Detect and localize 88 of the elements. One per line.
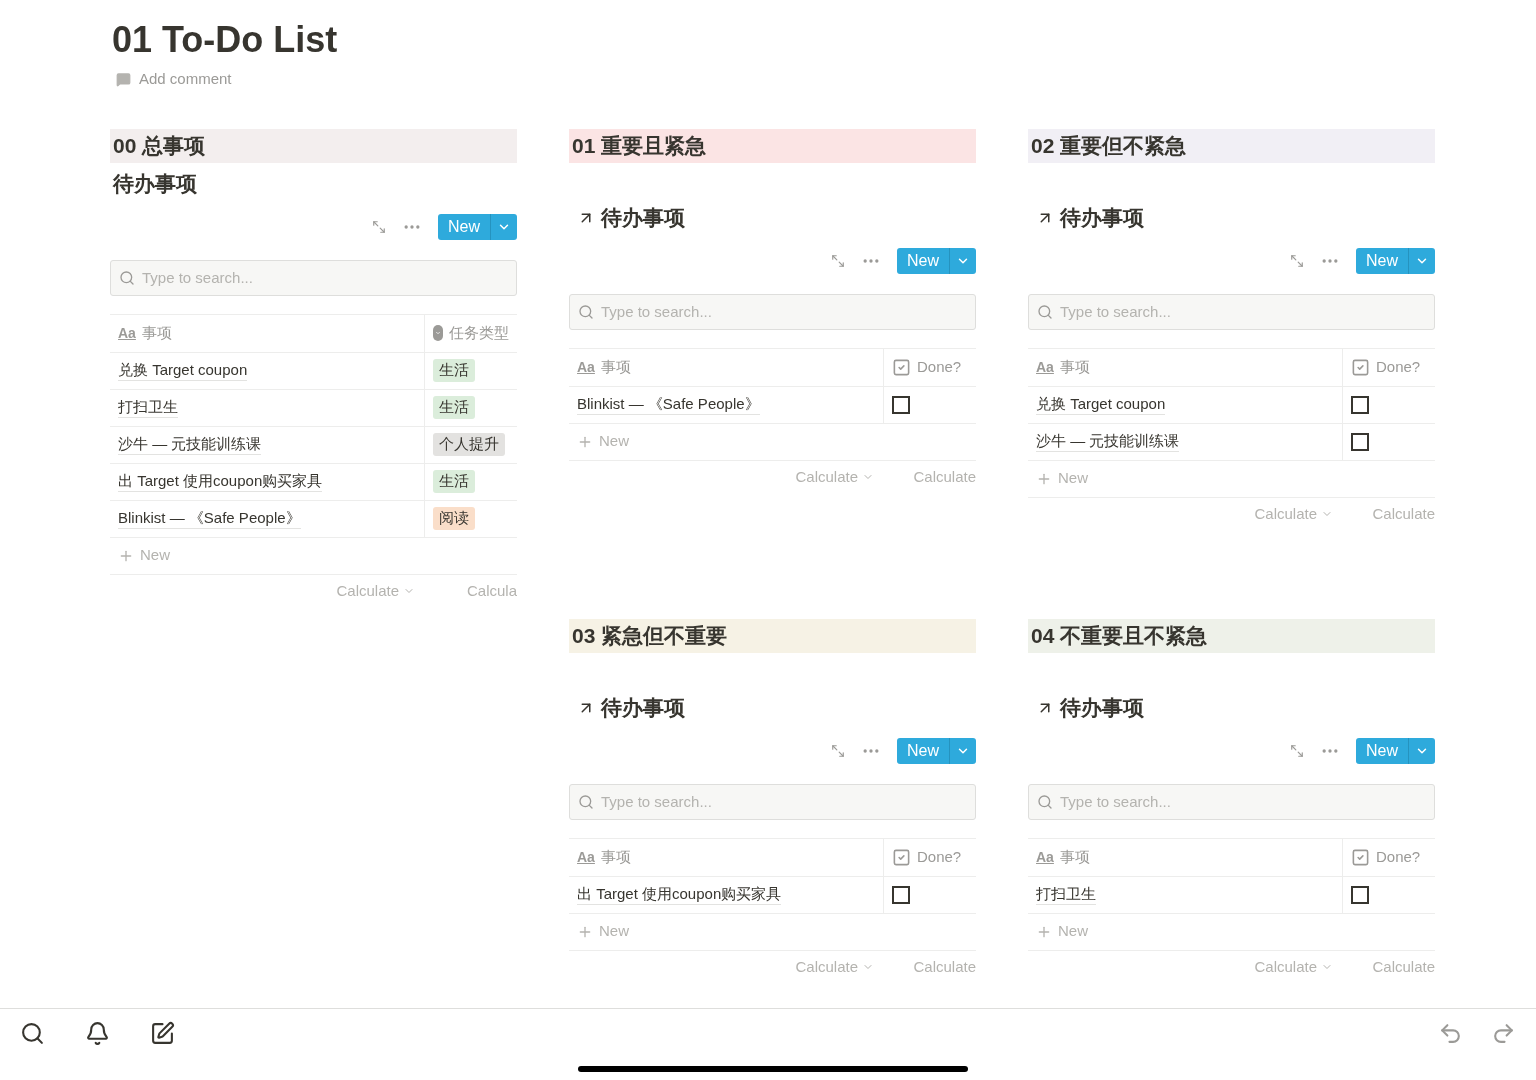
expand-icon[interactable] (1290, 254, 1304, 268)
page-title: 01 To-Do List (111, 18, 339, 62)
row-title[interactable]: 兑换 Target coupon (1036, 394, 1166, 415)
checkbox[interactable] (892, 395, 910, 414)
expand-icon[interactable] (1290, 744, 1304, 758)
checkbox[interactable] (1351, 395, 1369, 414)
add-comment-link[interactable]: Add comment (139, 68, 232, 91)
expand-icon[interactable] (372, 220, 386, 234)
select-property-icon (433, 325, 443, 341)
row-title[interactable]: 打扫卫生 (118, 397, 178, 418)
checkbox-property-icon (892, 357, 911, 377)
database-title[interactable]: 待办事项 (1060, 201, 1144, 234)
calculate-button[interactable]: Calculate (336, 579, 415, 603)
column-header: 事项 (1059, 356, 1090, 377)
search-field[interactable]: Type to search... (1028, 293, 1435, 330)
calculate-button[interactable]: Calculate (1254, 955, 1333, 979)
checkbox-property-icon (1351, 847, 1370, 867)
undo-icon[interactable] (1438, 1021, 1463, 1046)
row-title[interactable]: 兑换 Target coupon (118, 360, 248, 381)
tag: 阅读 (433, 507, 475, 530)
text-type-icon: Aa (1036, 356, 1054, 378)
calculate-button[interactable]: Calcula (466, 579, 517, 603)
row-title[interactable]: 出 Target 使用coupon购买家具 (577, 884, 782, 905)
row-title[interactable]: Blinkist — 《Safe People》 (118, 508, 301, 529)
checkbox[interactable] (1351, 432, 1369, 451)
search-field[interactable]: Type to search... (110, 259, 517, 296)
calculate-button[interactable]: Calculate (913, 465, 976, 489)
column-header: 事项 (141, 322, 172, 343)
row-title[interactable]: 沙牛 — 元技能训练课 (118, 434, 262, 455)
search-icon (1037, 303, 1053, 320)
search-field[interactable]: Type to search... (569, 293, 976, 330)
row-title[interactable]: 沙牛 — 元技能训练课 (1036, 431, 1180, 452)
column-header: Done? (917, 846, 962, 867)
calculate-button[interactable]: Calculate (795, 465, 874, 489)
search-field[interactable]: Type to search... (1028, 783, 1435, 820)
tag: 个人提升 (433, 433, 505, 456)
checkbox[interactable] (1351, 885, 1369, 904)
tag: 生活 (433, 396, 475, 419)
search-field[interactable]: Type to search... (569, 783, 976, 820)
row-title[interactable]: Blinkist — 《Safe People》 (577, 394, 760, 415)
checkbox[interactable] (892, 885, 910, 904)
section-heading: 00 总事项 (113, 132, 206, 159)
calculate-button[interactable]: Calculate (1372, 502, 1435, 526)
column-header: Done? (1376, 846, 1421, 867)
column-header: 事项 (600, 356, 631, 377)
add-row-button[interactable]: New (1028, 913, 1435, 951)
column-header: Done? (917, 356, 962, 377)
calculate-button[interactable]: Calculate (795, 955, 874, 979)
add-row-button[interactable]: New (569, 423, 976, 461)
add-row-button[interactable]: New (569, 913, 976, 951)
checkbox-property-icon (1351, 357, 1370, 377)
section-heading: 01 重要且紧急 (572, 132, 707, 159)
expand-icon[interactable] (831, 254, 845, 268)
tag: 生活 (433, 359, 475, 382)
section-heading: 03 紧急但不重要 (572, 622, 728, 649)
text-type-icon: Aa (118, 322, 136, 344)
redo-icon[interactable] (1491, 1021, 1516, 1046)
text-type-icon: Aa (1036, 846, 1054, 868)
column-header: Done? (1376, 356, 1421, 377)
search-icon (578, 303, 594, 320)
calculate-button[interactable]: Calculate (1372, 955, 1435, 979)
bell-icon[interactable] (85, 1021, 110, 1046)
checkbox-property-icon (892, 847, 911, 867)
calculate-button[interactable]: Calculate (1254, 502, 1333, 526)
search-icon (1037, 793, 1053, 810)
column-header: 事项 (1059, 846, 1090, 867)
row-title[interactable]: 打扫卫生 (1036, 884, 1096, 905)
section-heading: 02 重要但不紧急 (1031, 132, 1187, 159)
add-row-button[interactable]: New (1028, 460, 1435, 498)
search-icon (119, 269, 135, 286)
text-type-icon: Aa (577, 846, 595, 868)
comment-icon (116, 71, 131, 87)
row-title[interactable]: 出 Target 使用coupon购买家具 (118, 471, 323, 492)
database-title[interactable]: 待办事项 (601, 201, 685, 234)
database-title[interactable]: 待办事项 (601, 691, 685, 724)
expand-icon[interactable] (831, 744, 845, 758)
search-icon[interactable] (20, 1021, 45, 1046)
database-title: 待办事项 (113, 170, 197, 197)
text-type-icon: Aa (577, 356, 595, 378)
compose-icon[interactable] (150, 1021, 175, 1046)
search-icon (578, 793, 594, 810)
database-title[interactable]: 待办事项 (1060, 691, 1144, 724)
calculate-button[interactable]: Calculate (913, 955, 976, 979)
column-header: 任务类型 (449, 322, 509, 343)
section-heading: 04 不重要且不紧急 (1031, 622, 1208, 649)
tag: 生活 (433, 470, 475, 493)
column-header: 事项 (600, 846, 631, 867)
add-row-button[interactable]: New (110, 537, 517, 575)
